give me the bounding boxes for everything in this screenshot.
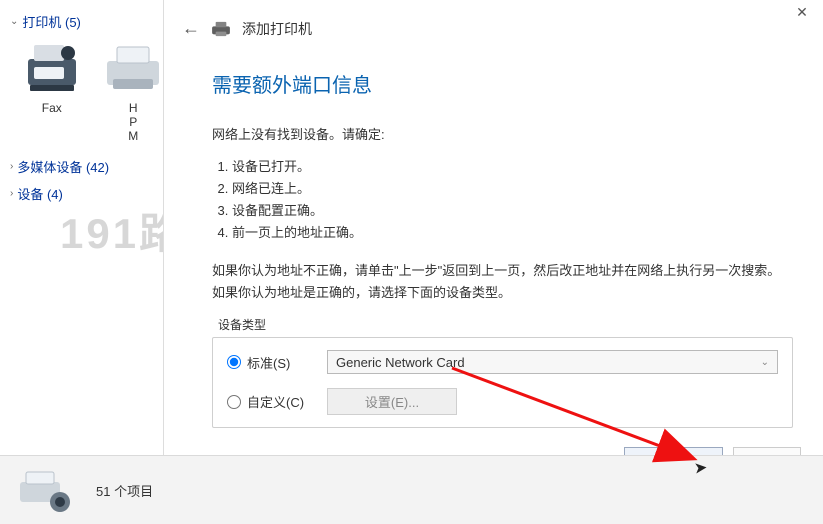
category-label: 多媒体设备 (42): [17, 157, 109, 176]
checklist-item: 网络已连上。: [232, 178, 793, 200]
chevron-right-icon: ›: [10, 161, 13, 172]
device-type-combo[interactable]: Generic Network Card ⌄: [327, 350, 778, 374]
device-type-box: 标准(S) Generic Network Card ⌄ 自定义(C) 设置(E…: [212, 337, 793, 428]
combo-value: Generic Network Card: [336, 355, 465, 370]
close-button[interactable]: ✕: [787, 4, 817, 26]
device-type-section: 设备类型 标准(S) Generic Network Card ⌄ 自定义(C)…: [212, 316, 793, 428]
category-printers[interactable]: ⌄ 打印机 (5): [10, 12, 165, 31]
chevron-right-icon: ›: [10, 188, 13, 199]
back-button[interactable]: ←: [182, 18, 200, 39]
radio-custom-label: 自定义(C): [247, 392, 304, 411]
printer-grid: Fax H P M: [10, 39, 165, 143]
settings-button: 设置(E)...: [327, 388, 457, 415]
radio-standard[interactable]: 标准(S): [227, 353, 327, 372]
background-panel: ⌄ 打印机 (5) Fax H P M › 多媒体设备 (42) ›: [0, 0, 175, 455]
section-title: 需要额外端口信息: [212, 69, 823, 98]
devices-icon: [16, 466, 76, 514]
chevron-down-icon: ⌄: [10, 16, 18, 27]
printer-item-fax[interactable]: Fax: [20, 39, 84, 143]
printer-label: H P M: [128, 101, 138, 143]
status-text: 51 个项目: [96, 481, 153, 500]
advice-text: 如果你认为地址不正确，请单击"上一步"返回到上一页，然后改正地址并在网络上执行另…: [212, 260, 793, 304]
add-printer-dialog: ✕ ← 添加打印机 需要额外端口信息 网络上没有找到设备。请确定: 设备已打开。…: [163, 0, 823, 490]
category-label: 设备 (4): [17, 184, 63, 203]
dialog-header: ← 添加打印机: [164, 0, 823, 47]
printer-icon: [210, 21, 232, 37]
checklist-item: 设备已打开。: [232, 156, 793, 178]
printer-label: Fax: [42, 101, 62, 115]
fax-icon: [22, 39, 82, 95]
checklist-item: 前一页上的地址正确。: [232, 222, 793, 244]
chevron-down-icon: ⌄: [761, 357, 769, 368]
category-label: 打印机 (5): [22, 12, 81, 31]
status-bar: 51 个项目: [0, 455, 823, 524]
checklist-item: 设备配置正确。: [232, 200, 793, 222]
intro-text: 网络上没有找到设备。请确定:: [212, 124, 793, 146]
radio-standard-label: 标准(S): [247, 353, 290, 372]
category-media[interactable]: › 多媒体设备 (42): [10, 157, 165, 176]
checklist: 设备已打开。 网络已连上。 设备配置正确。 前一页上的地址正确。: [212, 156, 793, 244]
dialog-body: 网络上没有找到设备。请确定: 设备已打开。 网络已连上。 设备配置正确。 前一页…: [212, 124, 793, 304]
radio-custom[interactable]: 自定义(C): [227, 392, 327, 411]
category-devices[interactable]: › 设备 (4): [10, 184, 165, 203]
dialog-title: 添加打印机: [242, 19, 312, 39]
radio-custom-input[interactable]: [227, 395, 241, 409]
printer-icon: [103, 39, 163, 95]
radio-standard-input[interactable]: [227, 355, 241, 369]
device-type-label: 设备类型: [218, 316, 793, 333]
printer-item-hp[interactable]: H P M: [102, 39, 166, 143]
